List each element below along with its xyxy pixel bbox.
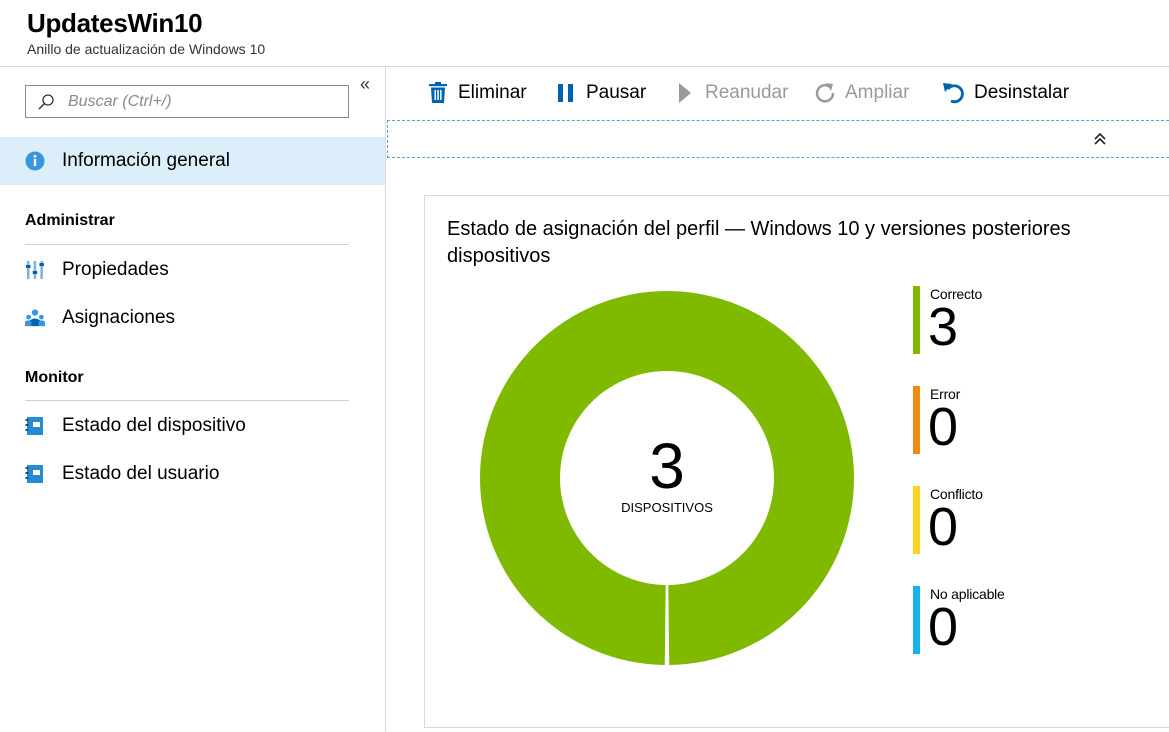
info-icon	[25, 151, 45, 171]
extend-label: Ampliar	[845, 82, 910, 103]
card-title: Estado de asignación del perfil — Window…	[447, 218, 1071, 267]
command-bar: Eliminar Pausar Reanudar Ampliar Desinst…	[387, 67, 1169, 119]
legend-color-bar	[913, 286, 920, 354]
pause-label: Pausar	[586, 82, 647, 103]
assignment-status-card: Estado de asignación del perfil — Window…	[424, 195, 1169, 728]
trash-icon	[429, 82, 447, 103]
undo-icon	[943, 83, 964, 104]
blade-header: UpdatesWin10 Anillo de actualización de …	[0, 0, 1169, 67]
sidebar-item-label: Estado del usuario	[62, 463, 220, 484]
resume-button[interactable]: Reanudar	[673, 79, 788, 107]
legend-color-bar	[913, 586, 920, 654]
device-status-icon	[25, 417, 43, 435]
legend-color-bar	[913, 486, 920, 554]
essentials-panel	[387, 120, 1169, 158]
legend-value: 0	[928, 397, 959, 457]
delete-button[interactable]: Eliminar	[426, 79, 527, 107]
section-divider	[25, 400, 349, 401]
extend-button[interactable]: Ampliar	[813, 79, 909, 107]
sidebar-item-device-status[interactable]: Estado del dispositivo	[0, 402, 385, 450]
donut-total-value: 3	[649, 430, 685, 502]
section-divider	[25, 244, 349, 245]
collapse-sidebar-button[interactable]: «	[360, 75, 370, 93]
user-status-icon	[25, 465, 43, 483]
pause-icon	[558, 84, 573, 102]
legend-item-conflicto[interactable]: Conflicto 0	[913, 486, 1113, 556]
pause-button[interactable]: Pausar	[554, 79, 646, 107]
legend-item-no-aplicable[interactable]: No aplicable 0	[913, 586, 1113, 656]
assignments-icon	[25, 309, 45, 327]
sidebar-item-label: Propiedades	[62, 259, 169, 280]
legend-item-correcto[interactable]: Correcto 3	[913, 286, 1113, 356]
section-heading-monitor: Monitor	[25, 369, 84, 386]
donut-total-label: DISPOSITIVOS	[621, 500, 713, 515]
play-icon	[679, 83, 691, 103]
sidebar-item-assignments[interactable]: Asignaciones	[0, 294, 385, 342]
page-subtitle: Anillo de actualización de Windows 10	[27, 41, 266, 57]
legend-value: 0	[928, 497, 959, 557]
resume-label: Reanudar	[705, 82, 789, 103]
donut-chart[interactable]: 3 DISPOSITIVOS	[475, 286, 859, 670]
section-heading-manage: Administrar	[25, 212, 115, 229]
sidebar: « Información general Administrar Propie…	[0, 67, 386, 732]
search-input[interactable]	[68, 91, 338, 113]
legend-value: 0	[928, 597, 959, 657]
search-icon	[38, 94, 54, 110]
sidebar-item-label: Información general	[62, 150, 230, 171]
chevron-double-up-icon[interactable]	[1092, 131, 1108, 147]
legend-value: 3	[928, 297, 959, 357]
properties-icon	[26, 261, 44, 279]
page-title: UpdatesWin10	[27, 8, 203, 38]
delete-label: Eliminar	[458, 82, 527, 103]
legend-item-error[interactable]: Error 0	[913, 386, 1113, 456]
uninstall-button[interactable]: Desinstalar	[942, 79, 1069, 107]
sidebar-item-overview[interactable]: Información general	[0, 137, 385, 185]
refresh-icon	[815, 83, 835, 103]
sidebar-item-user-status[interactable]: Estado del usuario	[0, 450, 385, 498]
sidebar-item-label: Asignaciones	[62, 307, 176, 328]
uninstall-label: Desinstalar	[974, 82, 1070, 103]
search-box[interactable]	[25, 85, 349, 118]
legend-color-bar	[913, 386, 920, 454]
sidebar-item-properties[interactable]: Propiedades	[0, 246, 385, 294]
sidebar-item-label: Estado del dispositivo	[62, 415, 246, 436]
